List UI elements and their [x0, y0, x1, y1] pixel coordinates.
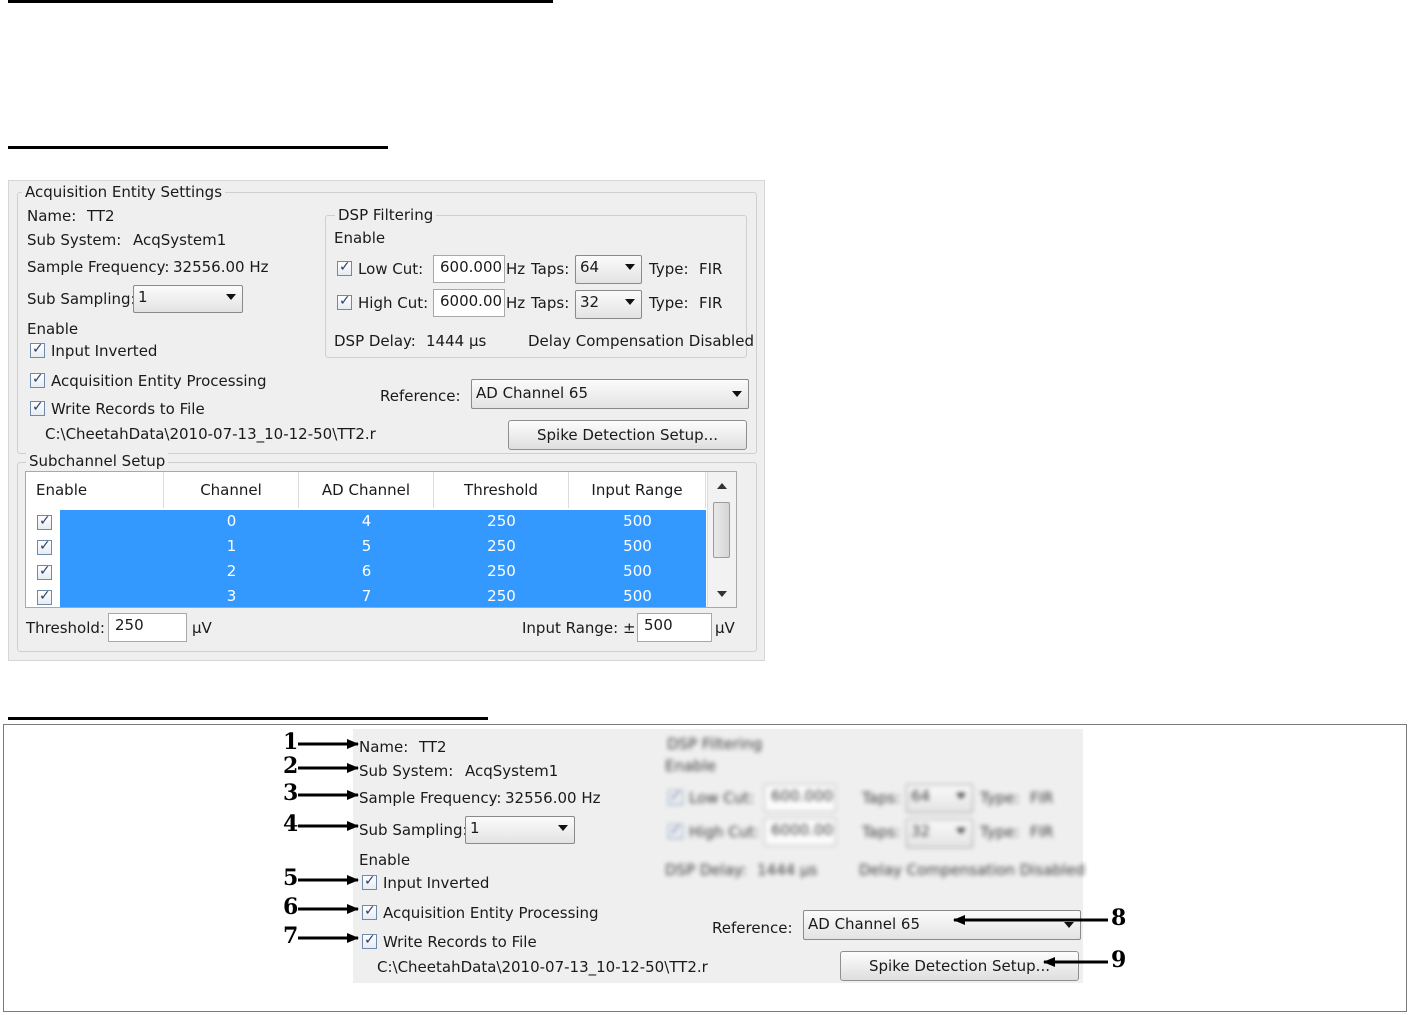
- acquisition-entity-settings-panel: Acquisition Entity Settings Name: TT2 Su…: [8, 180, 765, 661]
- high-type-label: Type:: [649, 294, 689, 312]
- acq-processing-checkbox[interactable]: [30, 371, 45, 388]
- sub-sampling-value: 1: [138, 288, 148, 306]
- acquisition-settings-title: Acquisition Entity Settings: [22, 183, 226, 201]
- chevron-down-icon: [732, 391, 742, 397]
- row-channel: 2: [226, 562, 237, 580]
- low-taps-value: 64: [580, 258, 600, 276]
- high-cut-checkbox[interactable]: [337, 293, 352, 310]
- reference-label: Reference:: [380, 387, 461, 405]
- dsp-delay-label: DSP Delay:: [334, 332, 416, 350]
- dsp-filtering-title: DSP Filtering: [335, 206, 437, 224]
- column-header-enable[interactable]: Enable: [26, 472, 164, 508]
- low-cut-input[interactable]: 600.000: [433, 255, 505, 283]
- row-ad-channel: 7: [361, 587, 372, 605]
- reference-value: AD Channel 65: [476, 384, 589, 402]
- file-path: C:\CheetahData\2010-07-13_10-12-50\TT2.r: [45, 425, 376, 443]
- row-channel: 3: [226, 587, 237, 605]
- row-ad-channel: 5: [361, 537, 372, 555]
- low-taps-select[interactable]: 64: [575, 255, 642, 284]
- low-cut-hz: Hz: [506, 260, 526, 278]
- input-range-input[interactable]: 500: [637, 613, 712, 642]
- high-cut-hz: Hz: [506, 294, 526, 312]
- row-enable-checkbox[interactable]: [37, 538, 52, 555]
- table-row[interactable]: 0 4 250 500: [26, 510, 706, 535]
- row-ad-channel: 4: [361, 512, 372, 530]
- chevron-down-icon: [625, 264, 635, 270]
- row-input-range: 500: [623, 537, 652, 555]
- table-row[interactable]: 2 6 250 500: [26, 560, 706, 585]
- scroll-thumb[interactable]: [713, 502, 730, 558]
- table-scrollbar[interactable]: [707, 472, 736, 607]
- row-enable-checkbox[interactable]: [37, 513, 52, 530]
- scroll-up-icon[interactable]: [717, 483, 727, 489]
- low-type-value: FIR: [699, 260, 723, 278]
- subchannel-table[interactable]: Enable Channel AD Channel Threshold Inpu…: [25, 471, 737, 608]
- dsp-delay-value: 1444 µs: [426, 332, 487, 350]
- row-threshold: 250: [487, 512, 516, 530]
- row-channel: 0: [226, 512, 237, 530]
- column-header-channel[interactable]: Channel: [164, 472, 299, 508]
- callout-arrows: [298, 739, 1108, 967]
- section-rule-1: [8, 146, 388, 149]
- column-header-input-range[interactable]: Input Range: [569, 472, 706, 508]
- row-threshold: 250: [487, 562, 516, 580]
- threshold-label: Threshold:: [26, 619, 105, 637]
- high-taps-label: Taps:: [531, 294, 570, 312]
- row-input-range: 500: [623, 562, 652, 580]
- enable-label: Enable: [27, 320, 79, 338]
- chevron-down-icon: [625, 299, 635, 305]
- spike-detection-setup-button[interactable]: Spike Detection Setup...: [508, 420, 747, 450]
- reference-select[interactable]: AD Channel 65: [471, 379, 749, 409]
- input-range-unit: µV: [715, 619, 735, 637]
- threshold-input[interactable]: 250: [108, 613, 187, 642]
- chevron-down-icon: [226, 294, 236, 300]
- sample-frequency-value: 32556.00 Hz: [173, 258, 269, 276]
- high-taps-select[interactable]: 32: [575, 290, 642, 319]
- input-inverted-checkbox[interactable]: [30, 341, 45, 358]
- top-rule: [8, 0, 553, 3]
- sample-frequency-label: Sample Frequency:: [27, 258, 170, 276]
- section-rule-2: [8, 717, 488, 720]
- annotated-settings-figure: Name: TT2 Sub System: AcqSystem1 Sample …: [3, 724, 1407, 1012]
- low-cut-label: Low Cut:: [358, 260, 424, 278]
- row-threshold: 250: [487, 587, 516, 605]
- write-records-label: Write Records to File: [51, 400, 205, 418]
- row-enable-checkbox[interactable]: [37, 563, 52, 580]
- dsp-enable-label: Enable: [334, 229, 386, 247]
- row-threshold: 250: [487, 537, 516, 555]
- high-type-value: FIR: [699, 294, 723, 312]
- threshold-unit: µV: [192, 619, 212, 637]
- subsystem-value: AcqSystem1: [133, 231, 227, 249]
- low-cut-checkbox[interactable]: [337, 259, 352, 276]
- table-row[interactable]: 3 7 250 500: [26, 585, 706, 607]
- subsystem-label: Sub System:: [27, 231, 122, 249]
- row-ad-channel: 6: [361, 562, 372, 580]
- scroll-down-icon[interactable]: [717, 591, 727, 597]
- column-header-threshold[interactable]: Threshold: [434, 472, 569, 508]
- input-inverted-label: Input Inverted: [51, 342, 158, 360]
- delay-compensation-status: Delay Compensation Disabled: [528, 332, 754, 350]
- high-cut-input[interactable]: 6000.00: [433, 289, 505, 317]
- row-channel: 1: [226, 537, 237, 555]
- low-taps-label: Taps:: [531, 260, 570, 278]
- low-type-label: Type:: [649, 260, 689, 278]
- high-cut-label: High Cut:: [358, 294, 429, 312]
- column-header-ad-channel[interactable]: AD Channel: [299, 472, 434, 508]
- input-range-label: Input Range: ±: [522, 619, 636, 637]
- name-label: Name:: [27, 207, 77, 225]
- row-input-range: 500: [623, 587, 652, 605]
- row-enable-checkbox[interactable]: [37, 588, 52, 605]
- subchannel-setup-title: Subchannel Setup: [26, 452, 169, 470]
- row-input-range: 500: [623, 512, 652, 530]
- high-taps-value: 32: [580, 293, 600, 311]
- name-value: TT2: [87, 207, 115, 225]
- table-row[interactable]: 1 5 250 500: [26, 535, 706, 560]
- sub-sampling-label: Sub Sampling:: [27, 290, 136, 308]
- write-records-checkbox[interactable]: [30, 399, 45, 416]
- sub-sampling-select[interactable]: 1: [133, 285, 243, 313]
- acq-processing-label: Acquisition Entity Processing: [51, 372, 267, 390]
